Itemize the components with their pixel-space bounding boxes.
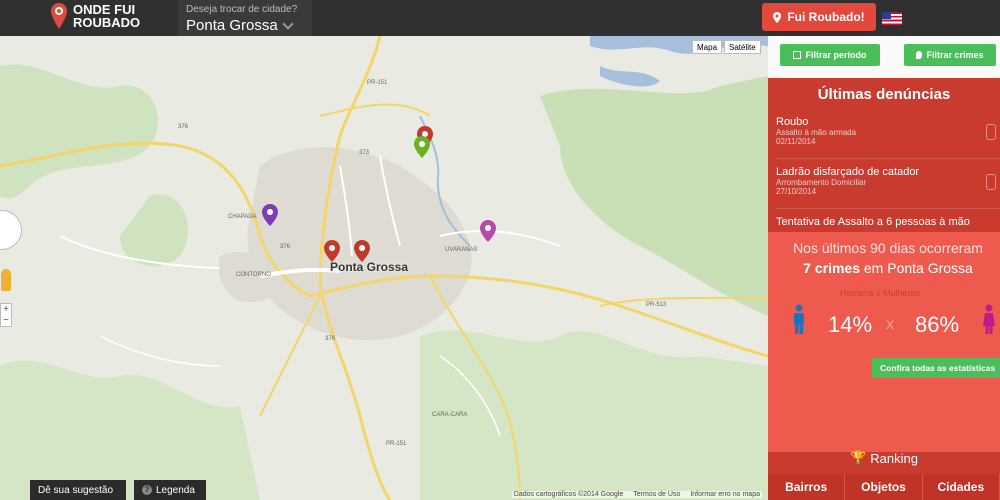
street-view-icon[interactable] bbox=[1, 269, 11, 291]
stats-count-text: 7 crimes em Ponta Grossa bbox=[768, 260, 1000, 276]
robbery-icon bbox=[986, 124, 996, 140]
magenta-marker[interactable] bbox=[480, 220, 496, 242]
road-label: 376 bbox=[280, 244, 291, 250]
filter-period-button[interactable]: Filtrar período bbox=[780, 44, 880, 66]
maptype-satellite-button[interactable]: Satélite bbox=[724, 40, 761, 54]
man-icon bbox=[794, 304, 804, 334]
logo-text: ONDE FUI ROUBADO bbox=[73, 3, 140, 29]
calendar-icon bbox=[793, 51, 802, 59]
maptype-map-button[interactable]: Mapa bbox=[692, 40, 723, 54]
report-subtitle: Arrombamento Domiciliar bbox=[776, 178, 867, 187]
women-percentage: 86% bbox=[915, 312, 960, 337]
filter-crimes-label: Filtrar crimes bbox=[926, 50, 984, 60]
city-name-text: Ponta Grossa bbox=[186, 17, 278, 34]
us-flag-icon[interactable] bbox=[882, 12, 902, 25]
ranking-title: 🏆 Ranking bbox=[768, 450, 1000, 466]
green-marker[interactable] bbox=[414, 136, 430, 158]
divider bbox=[776, 208, 1000, 209]
report-item[interactable]: Ladrão disfarçado de catador Arrombament… bbox=[776, 166, 1000, 196]
report-title: Roubo bbox=[776, 116, 809, 128]
filter-period-label: Filtrar período bbox=[805, 50, 867, 60]
report-item[interactable]: Tentativa de Assalto a 6 pessoas à mão bbox=[776, 216, 1000, 228]
road-label: 373 bbox=[359, 150, 370, 156]
x-separator: x bbox=[886, 316, 894, 333]
suggestion-label: Dê sua sugestão bbox=[38, 484, 114, 496]
report-title: Tentativa de Assalto a 6 pessoas à mão bbox=[776, 216, 970, 228]
stats-city: em Ponta Grossa bbox=[863, 260, 973, 276]
report-date: 02/11/2014 bbox=[776, 137, 816, 146]
report-item[interactable]: Roubo Assalto à mão armada 02/11/2014 bbox=[776, 116, 1000, 146]
stats-period-text: Nos últimos 90 dias ocorreram bbox=[793, 240, 983, 256]
terms-link[interactable]: Termos de Uso bbox=[633, 491, 680, 498]
location-pin-icon bbox=[773, 11, 782, 23]
report-title: Ladrão disfarçado de catador bbox=[776, 166, 920, 178]
woman-icon bbox=[983, 304, 995, 334]
zoom-control[interactable]: + − bbox=[0, 303, 12, 327]
location-pin-icon bbox=[51, 3, 67, 29]
legend-button[interactable]: ? Legenda bbox=[134, 480, 206, 500]
report-subtitle: Assalto à mão armada bbox=[776, 128, 857, 137]
report-robbery-button[interactable]: Fui Roubado! bbox=[762, 3, 876, 31]
chevron-down-icon bbox=[282, 17, 294, 30]
divider bbox=[776, 158, 1000, 159]
suggestion-button[interactable]: Dê sua sugestão bbox=[30, 480, 126, 500]
map-footer: Dados cartográficos ©2014 Google Termos … bbox=[511, 491, 762, 498]
map[interactable]: Ponta Grossa CHAPADA CONTORNO UVARANAS C… bbox=[0, 36, 768, 500]
city-selector[interactable]: Deseja trocar de cidade? Ponta Grossa bbox=[178, 0, 312, 36]
ranking-label: Ranking bbox=[870, 450, 918, 466]
stats-panel: Nos últimos 90 dias ocorreram 7 crimes e… bbox=[768, 232, 1000, 452]
logo[interactable]: ONDE FUI ROUBADO bbox=[50, 2, 140, 30]
map-attribution: Dados cartográficos ©2014 Google bbox=[513, 491, 624, 498]
info-icon: ? bbox=[142, 485, 152, 495]
filter-crimes-button[interactable]: Filtrar crimes bbox=[904, 44, 996, 66]
legend-label: Legenda bbox=[156, 484, 195, 496]
place-label: UVARANAS bbox=[445, 247, 478, 253]
place-label: CONTORNO bbox=[236, 272, 271, 278]
ranking-tabs: Bairros Objetos Cidades bbox=[768, 474, 1000, 500]
logo-line2: ROUBADO bbox=[73, 15, 141, 30]
place-label: CHAPADA bbox=[228, 214, 257, 220]
report-robbery-label: Fui Roubado! bbox=[787, 10, 865, 24]
road-label: PR-513 bbox=[646, 302, 667, 308]
stats-count: 7 crimes bbox=[803, 260, 860, 276]
city-map-label: Ponta Grossa bbox=[330, 260, 409, 274]
see-all-stats-button[interactable]: Confira todas as estatísticas bbox=[872, 358, 1000, 378]
city-question: Deseja trocar de cidade? bbox=[186, 4, 298, 15]
men-percentage: 14% bbox=[828, 312, 873, 337]
gender-label: Homens x Mulheres bbox=[839, 288, 921, 298]
tab-objetos[interactable]: Objetos bbox=[845, 474, 923, 500]
latest-reports-title: Últimas denúncias bbox=[817, 86, 951, 103]
road-label: 376 bbox=[325, 336, 336, 342]
sidebar: Filtrar período Filtrar crimes Últimas d… bbox=[768, 36, 1000, 500]
location-pin-icon bbox=[916, 51, 923, 59]
place-label: CARA-CARA bbox=[432, 412, 468, 418]
road-label: 376 bbox=[178, 124, 189, 130]
road-label: PR-151 bbox=[386, 441, 407, 447]
city-name: Ponta Grossa bbox=[186, 17, 304, 34]
burglary-icon bbox=[986, 174, 996, 190]
top-bar: ONDE FUI ROUBADO Deseja trocar de cidade… bbox=[0, 0, 1000, 36]
tab-bairros[interactable]: Bairros bbox=[768, 474, 846, 500]
trophy-icon: 🏆 bbox=[850, 450, 867, 465]
road-label: PR-151 bbox=[367, 80, 388, 86]
filter-bar: Filtrar período Filtrar crimes bbox=[768, 36, 1000, 78]
tab-cidades[interactable]: Cidades bbox=[923, 474, 1000, 500]
report-error-link[interactable]: Informar erro no mapa bbox=[690, 491, 760, 498]
report-date: 27/10/2014 bbox=[776, 187, 817, 196]
